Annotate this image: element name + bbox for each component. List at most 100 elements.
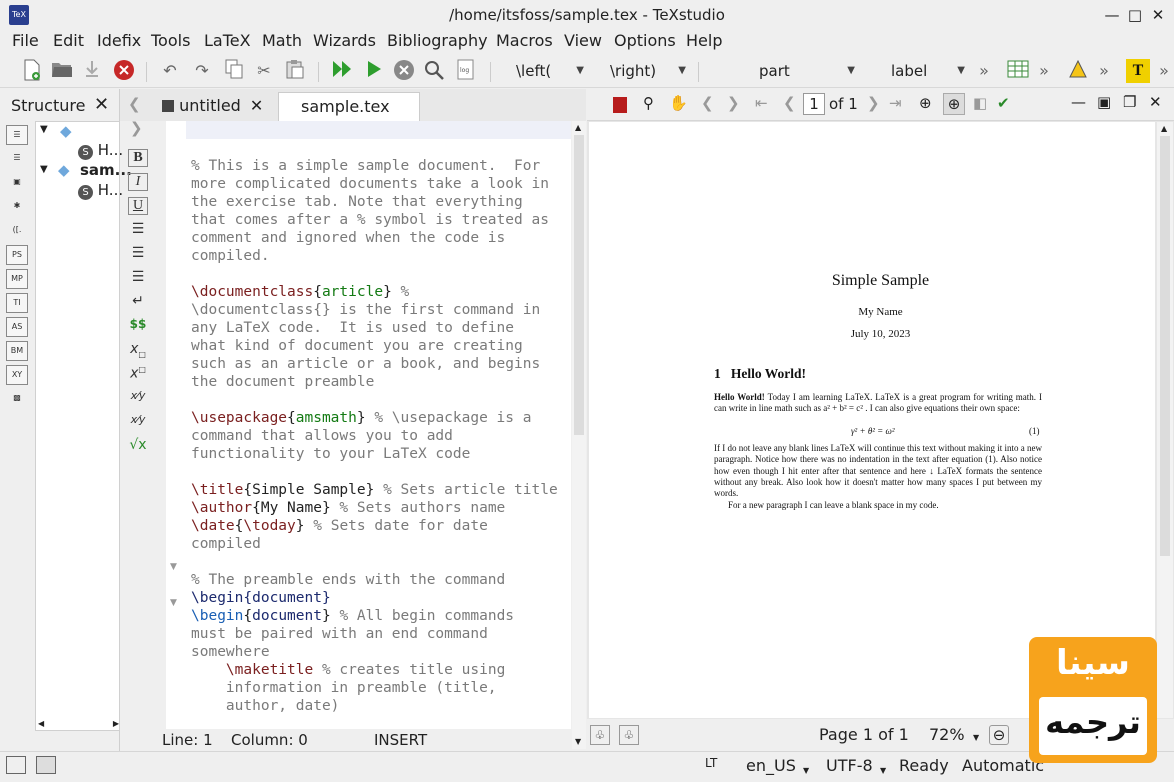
table-icon[interactable] (1006, 59, 1030, 83)
magnifier-icon[interactable]: ◧ (973, 94, 987, 112)
hand-tool-icon[interactable]: ✋ (669, 94, 688, 112)
close-tab-icon[interactable]: ✕ (250, 96, 263, 115)
pdf-page[interactable]: Simple Sample My Name July 10, 2023 1 He… (589, 122, 1155, 718)
toolbar-overflow-3[interactable]: » (1092, 59, 1116, 83)
italic-button[interactable]: I (128, 173, 148, 191)
bold-button[interactable]: B (128, 149, 148, 167)
align-center-icon[interactable]: ☰ (128, 245, 148, 269)
font-icon[interactable]: T (1126, 59, 1150, 83)
toggle-structure-icon[interactable] (6, 756, 26, 774)
new-file-icon[interactable] (20, 59, 44, 83)
tab-next-icon[interactable]: ❯ (130, 119, 143, 137)
open-file-icon[interactable] (50, 59, 74, 83)
undo-icon[interactable]: ↶ (158, 59, 182, 83)
align-left-icon[interactable]: ☰ (128, 221, 148, 245)
menu-latex[interactable]: LaTeX (204, 31, 251, 50)
brackets-icon[interactable]: ([. (6, 221, 28, 241)
menu-macros[interactable]: Macros (496, 31, 553, 50)
superscript-icon[interactable]: x□ (128, 365, 148, 389)
tab-sample-tex[interactable]: sample.tex ✕ (278, 92, 420, 144)
list-icon[interactable]: ☰ (6, 125, 28, 145)
encoding-selector[interactable]: UTF-8 (826, 756, 873, 775)
save-icon[interactable] (80, 59, 104, 83)
prev-page-icon[interactable]: ❮ (783, 94, 796, 112)
pdf-search-icon[interactable]: ⚲ (643, 94, 654, 112)
code-editor[interactable]: % This is a simple sample document. For … (186, 121, 571, 729)
tree-item[interactable]: S H... (78, 181, 123, 200)
close-icon[interactable]: ✕ (1147, 4, 1169, 26)
last-page-icon[interactable]: ⇥ (889, 94, 902, 112)
language-dropdown-icon[interactable]: ▼ (803, 766, 809, 775)
compile-icon[interactable] (362, 59, 386, 83)
fit-width-icon[interactable]: ⊕ (943, 93, 965, 115)
align-right-icon[interactable]: ☰ (128, 269, 148, 293)
left-delimiter-select[interactable]: \left(▼ (516, 60, 584, 82)
zoom-dropdown-icon[interactable]: ▼ (973, 733, 979, 742)
languagetool-indicator[interactable]: LT (705, 756, 717, 770)
next-page-icon[interactable]: ❯ (867, 94, 880, 112)
scroll-thumb[interactable] (574, 135, 584, 435)
first-page-icon[interactable]: ⇤ (755, 94, 768, 112)
tab-prev-icon[interactable]: ❮ (128, 95, 141, 113)
expand-icon[interactable]: ▼ (40, 164, 48, 175)
pdf-windowed-icon[interactable]: ❐ (1123, 93, 1136, 111)
pdf-close-icon[interactable]: ✕ (1149, 93, 1162, 111)
scroll-left-icon[interactable]: ◀ (38, 719, 44, 728)
zoom-out-icon[interactable]: ⊕ (919, 94, 932, 112)
structure-tree[interactable]: ▼ ◆ S H... ▼ ◆ sam... S H... ◀ ▶ (35, 121, 132, 732)
tab-untitled[interactable]: untitled ✕ (152, 92, 274, 121)
lock-icon[interactable]: ♧ (590, 725, 610, 745)
scroll-right-icon[interactable]: ▶ (113, 719, 119, 728)
xymatrix-icon[interactable]: XY (6, 365, 28, 385)
menu-math[interactable]: Math (262, 31, 302, 50)
special-icon[interactable]: ▩ (6, 389, 28, 409)
tikz-icon[interactable]: TI (6, 293, 28, 313)
symbols-icon[interactable]: ✱ (6, 197, 28, 217)
tree-item[interactable]: S H... (78, 141, 123, 160)
menu-tools[interactable]: Tools (151, 31, 190, 50)
menu-view[interactable]: View (564, 31, 602, 50)
view-pdf-icon[interactable] (422, 59, 446, 83)
sqrt-icon[interactable]: √x (128, 437, 148, 461)
menu-wizards[interactable]: Wizards (313, 31, 376, 50)
menu-help[interactable]: Help (686, 31, 722, 50)
newline-icon[interactable]: ↵ (128, 293, 148, 317)
cut-icon[interactable]: ✂ (252, 59, 276, 83)
scroll-up-icon[interactable]: ▲ (575, 123, 581, 132)
menu-file[interactable]: File (12, 31, 39, 50)
build-and-view-icon[interactable] (330, 59, 354, 83)
scroll-up-icon[interactable]: ▲ (1161, 124, 1167, 133)
inline-math-icon[interactable]: $$ (128, 317, 148, 341)
fold-icon[interactable]: ▼ (170, 562, 177, 572)
encoding-dropdown-icon[interactable]: ▼ (880, 766, 886, 775)
close-document-icon[interactable] (112, 59, 136, 83)
expand-icon[interactable]: ▼ (40, 124, 48, 135)
pdf-minimize-icon[interactable]: — (1071, 93, 1086, 111)
pdf-scrollbar[interactable]: ▲ (1157, 122, 1173, 718)
warning-icon[interactable] (1066, 59, 1090, 83)
sectioning-select[interactable]: part ▼ (759, 60, 855, 82)
scroll-thumb[interactable] (1160, 136, 1170, 556)
back-icon[interactable]: ❮ (701, 94, 714, 112)
view-log-icon[interactable]: log (454, 59, 478, 83)
menu-idefix[interactable]: Idefix (97, 31, 141, 50)
asymptote-icon[interactable]: AS (6, 317, 28, 337)
toolbar-overflow-4[interactable]: » (1152, 59, 1174, 83)
editor-scrollbar[interactable]: ▲ ▼ (572, 121, 586, 749)
pstricks-icon[interactable]: PS (6, 245, 28, 265)
sync-icon[interactable]: ✔ (997, 94, 1010, 112)
sync-lock-icon[interactable]: ♧ (619, 725, 639, 745)
subscript-icon[interactable]: x□ (128, 341, 148, 365)
redo-icon[interactable]: ↷ (190, 59, 214, 83)
menu-options[interactable]: Options (614, 31, 676, 50)
toolbar-overflow-2[interactable]: » (1032, 59, 1056, 83)
pdf-logo-icon[interactable] (613, 97, 627, 113)
fraction-icon[interactable]: x⁄y (128, 389, 148, 413)
tree-hscroll[interactable]: ◀ ▶ (36, 719, 121, 732)
paste-icon[interactable] (283, 59, 307, 83)
toolbar-overflow-1[interactable]: » (972, 59, 996, 83)
underline-button[interactable]: U (128, 197, 148, 215)
menu-bibliography[interactable]: Bibliography (387, 31, 488, 50)
fold-icon[interactable]: ▼ (170, 598, 177, 608)
zoom-level[interactable]: 72% (929, 725, 965, 744)
